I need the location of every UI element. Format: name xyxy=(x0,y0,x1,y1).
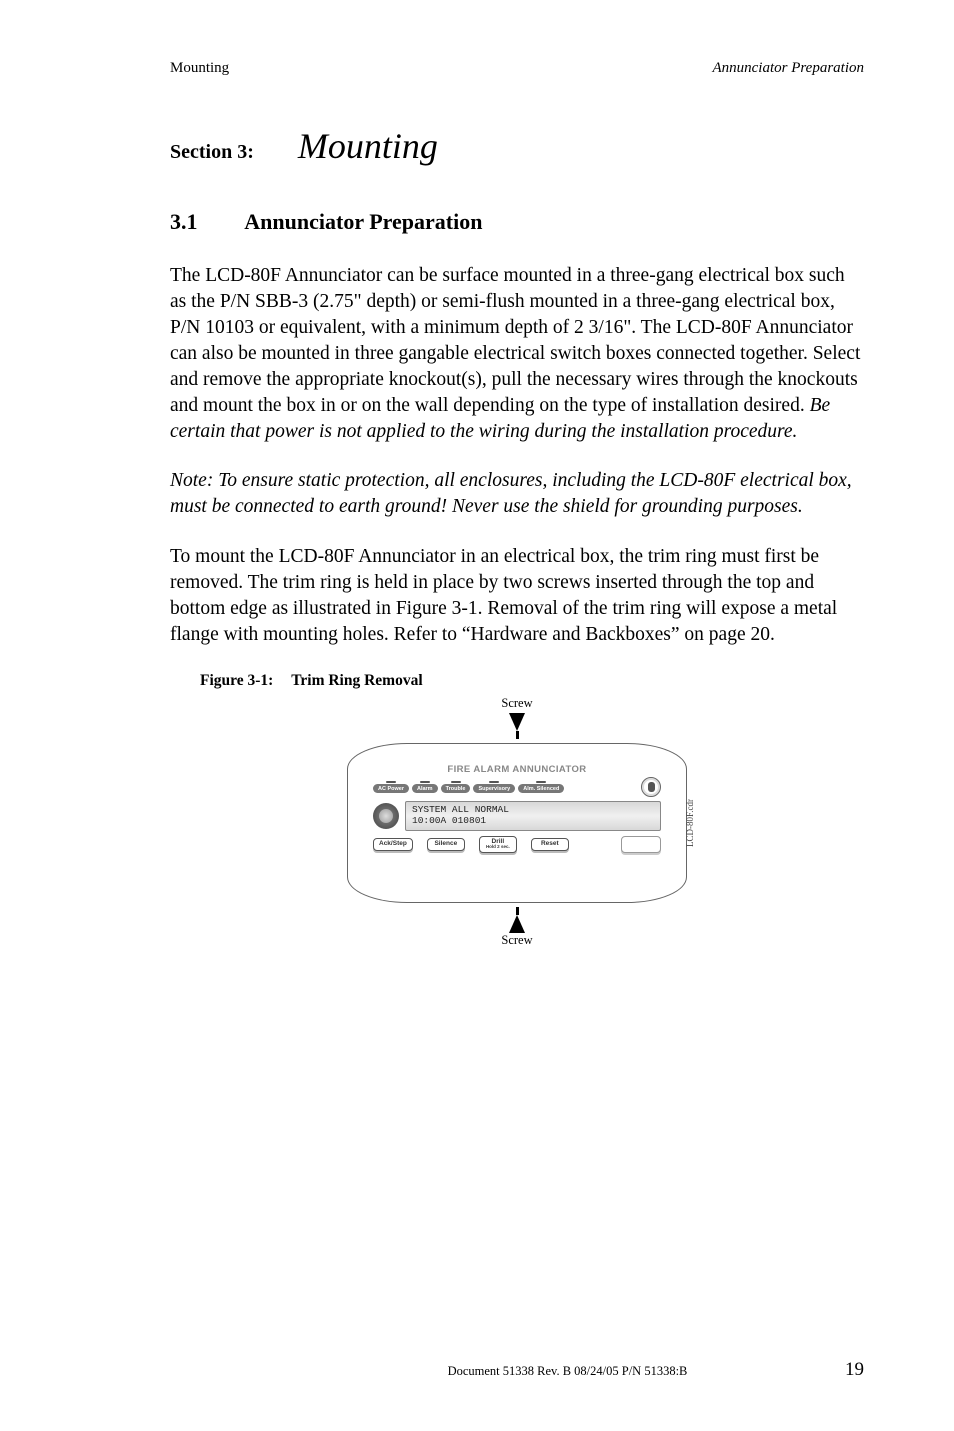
paragraph-1-text: The LCD-80F Annunciator can be surface m… xyxy=(170,265,860,416)
silence-button: Silence xyxy=(427,838,465,851)
led-icon xyxy=(536,781,546,784)
brand-badge-icon xyxy=(373,803,399,829)
section-heading: Section 3: Mounting xyxy=(170,125,864,167)
lcd-line-2: 10:00A 010801 xyxy=(412,815,486,826)
figure-caption-label: Figure 3-1: xyxy=(200,672,273,689)
key-switch-icon xyxy=(641,777,661,797)
screw-label-bottom: Screw xyxy=(501,933,532,948)
drill-button-sublabel: Hold 2 sec. xyxy=(485,845,511,850)
status-alarm: Alarm xyxy=(412,781,438,794)
figure: Screw LCD-80F.cdr FIRE ALARM ANNUNCIATOR… xyxy=(170,696,864,948)
paragraph-3: To mount the LCD-80F Annunciator in an e… xyxy=(170,544,864,648)
paragraph-note: Note: To ensure static protection, all e… xyxy=(170,468,864,520)
page-number: 19 xyxy=(845,1359,864,1381)
lcd-row: SYSTEM ALL NORMAL 10:00A 010801 xyxy=(373,801,661,831)
status-trouble: Trouble xyxy=(441,781,471,794)
device-title-bar: FIRE ALARM ANNUNCIATOR xyxy=(373,764,661,775)
status-led-row: AC Power Alarm Trouble Supervisory xyxy=(373,777,661,797)
status-label: Alm. Silenced xyxy=(518,784,564,793)
status-ac-power: AC Power xyxy=(373,781,409,794)
page-footer: Document 51338 Rev. B 08/24/05 P/N 51338… xyxy=(170,1359,864,1381)
annunciator-device: LCD-80F.cdr FIRE ALARM ANNUNCIATOR AC Po… xyxy=(347,743,687,903)
header-left: Mounting xyxy=(170,60,229,77)
running-header: Mounting Annunciator Preparation xyxy=(170,60,864,77)
lcd-display: SYSTEM ALL NORMAL 10:00A 010801 xyxy=(405,801,661,831)
figure-caption: Figure 3-1: Trim Ring Removal xyxy=(200,672,864,690)
figure-caption-text: Trim Ring Removal xyxy=(291,672,422,689)
section-title: Mounting xyxy=(298,126,438,166)
arrow-stem xyxy=(516,907,519,915)
arrow-up-icon xyxy=(509,915,525,933)
status-supervisory: Supervisory xyxy=(473,781,515,794)
led-icon xyxy=(386,781,396,784)
reset-button: Reset xyxy=(531,838,569,851)
arrow-down-icon xyxy=(509,713,525,731)
status-alarm-silenced: Alm. Silenced xyxy=(518,781,564,794)
figure-inner: Screw LCD-80F.cdr FIRE ALARM ANNUNCIATOR… xyxy=(347,696,687,948)
ack-step-button: Ack/Step xyxy=(373,838,413,851)
led-icon xyxy=(489,781,499,784)
section-label: Section 3: xyxy=(170,141,254,163)
device-title: FIRE ALARM ANNUNCIATOR xyxy=(447,764,586,775)
status-label: Supervisory xyxy=(473,784,515,793)
subsection-heading: 3.1 Annunciator Preparation xyxy=(170,209,864,235)
footer-doc-info: Document 51338 Rev. B 08/24/05 P/N 51338… xyxy=(448,1364,688,1379)
screw-label-top: Screw xyxy=(501,696,532,711)
lcd-line-1: SYSTEM ALL NORMAL xyxy=(412,804,509,815)
status-label: Alarm xyxy=(412,784,438,793)
device-button-row: Ack/Step Silence Drill Hold 2 sec. Reset xyxy=(373,836,661,853)
arrow-stem xyxy=(516,731,519,739)
subsection-title: Annunciator Preparation xyxy=(244,209,482,234)
led-icon xyxy=(420,781,430,784)
header-right: Annunciator Preparation xyxy=(712,60,864,77)
drill-button: Drill Hold 2 sec. xyxy=(479,836,517,853)
status-label: Trouble xyxy=(441,784,471,793)
device-face: FIRE ALARM ANNUNCIATOR AC Power Alarm Tr… xyxy=(373,764,661,882)
blank-button xyxy=(621,836,661,853)
subsection-number: 3.1 xyxy=(170,209,240,235)
status-label: AC Power xyxy=(373,784,409,793)
figure-source-label: LCD-80F.cdr xyxy=(685,799,695,847)
key-slot xyxy=(648,782,655,792)
led-icon xyxy=(451,781,461,784)
paragraph-1: The LCD-80F Annunciator can be surface m… xyxy=(170,263,864,444)
